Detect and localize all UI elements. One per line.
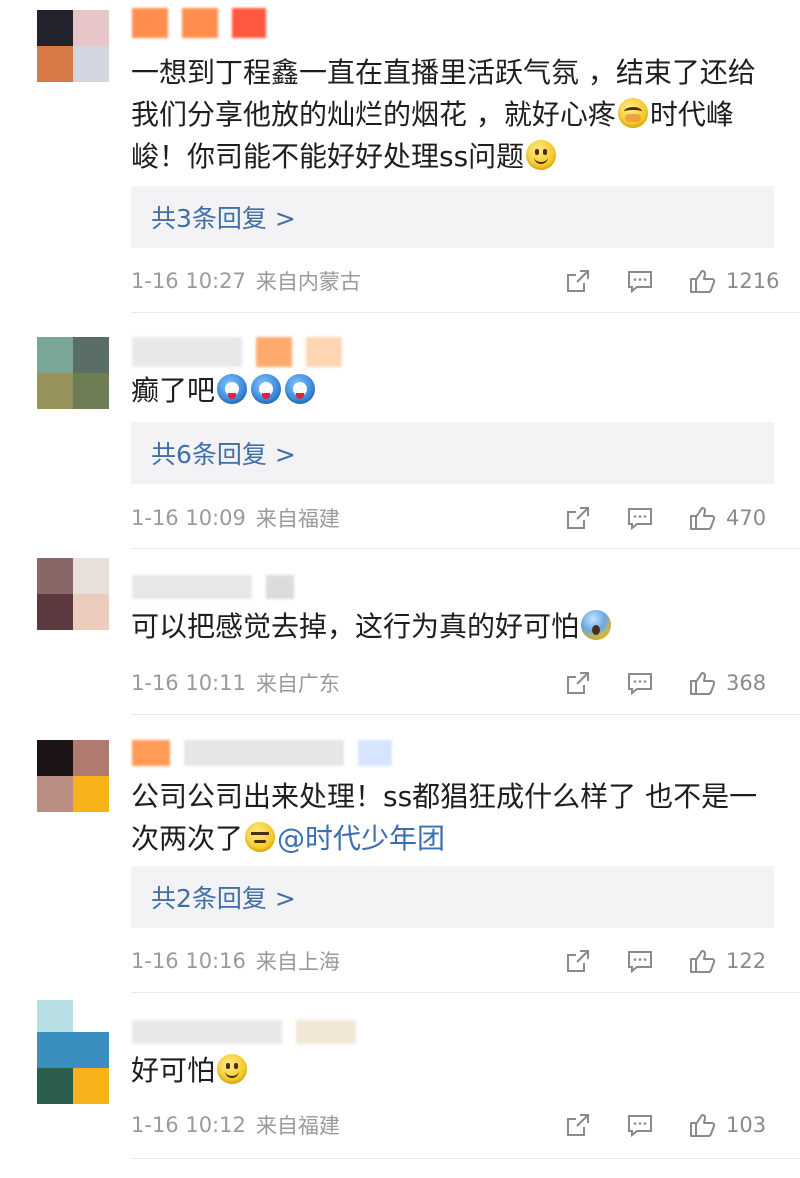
share-icon[interactable] <box>564 504 592 532</box>
share-icon[interactable] <box>564 1111 592 1139</box>
comment-time: 1-16 10:12 <box>131 1113 246 1137</box>
doraemon-emoji-icon <box>285 374 316 404</box>
comment-meta: 1-16 10:09 来自福建 470 <box>131 501 774 535</box>
comment-time: 1-16 10:11 <box>131 671 246 695</box>
username-obscured[interactable] <box>132 575 294 599</box>
comment-icon[interactable] <box>626 669 654 697</box>
doraemon-emoji-icon <box>251 374 282 404</box>
comment-location: 来自上海 <box>255 950 340 974</box>
username-obscured[interactable] <box>132 740 392 766</box>
username-obscured[interactable] <box>132 337 342 367</box>
comment-icon[interactable] <box>626 1111 654 1139</box>
doraemon-emoji-icon <box>217 374 248 404</box>
comment-actions: 470 <box>564 501 774 535</box>
comment-divider <box>131 312 800 313</box>
avatar[interactable] <box>37 558 109 630</box>
comment-location: 来自福建 <box>255 507 340 531</box>
comment-time: 1-16 10:27 <box>131 269 246 293</box>
thumbs-up-icon[interactable] <box>688 267 716 295</box>
username-obscured[interactable] <box>132 1020 356 1044</box>
share-icon[interactable] <box>564 669 592 697</box>
smile-emoji-icon <box>217 1054 248 1084</box>
thumbs-up-icon[interactable] <box>688 669 716 697</box>
comment-actions: 368 <box>564 666 774 700</box>
comment-text: 公司公司出来处理！ss都猖狂成什么样了 也不是一次两次了 @时代少年团 <box>131 776 770 860</box>
comment-text-part: 癫了吧 <box>131 374 216 407</box>
username-obscured[interactable] <box>132 8 266 38</box>
avatar[interactable] <box>37 10 109 82</box>
comment-divider <box>131 548 800 549</box>
comment-meta: 1-16 10:27 来自内蒙古 1216 <box>131 264 780 298</box>
comment-text: 可以把感觉去掉，这行为真的好可怕 <box>131 606 770 648</box>
comment-location: 来自广东 <box>255 672 340 696</box>
share-icon[interactable] <box>564 267 592 295</box>
thumbs-up-icon[interactable] <box>688 1111 716 1139</box>
comment-actions: 103 <box>564 1108 774 1142</box>
scream-emoji-icon <box>581 610 612 640</box>
comment-text: 癫了吧 <box>131 370 770 412</box>
avatar[interactable] <box>37 337 109 409</box>
like-count: 103 <box>726 1113 767 1137</box>
thumbs-up-icon[interactable] <box>688 947 716 975</box>
view-replies-button[interactable]: 共3条回复 > <box>131 186 774 248</box>
avatar[interactable] <box>37 740 109 812</box>
comment-text: 一想到丁程鑫一直在直播里活跃气氛 ，结束了还给我们分享他放的灿烂的烟花 ，就好心… <box>131 52 770 178</box>
view-replies-button[interactable]: 共2条回复 > <box>131 866 774 928</box>
comment-text: 好可怕 <box>131 1050 770 1092</box>
smile-emoji-icon <box>526 140 557 170</box>
comment-icon[interactable] <box>626 504 654 532</box>
thumbs-up-icon[interactable] <box>688 504 716 532</box>
comment-location: 来自福建 <box>255 1114 340 1138</box>
mention-link[interactable]: @时代少年团 <box>277 822 445 855</box>
share-icon[interactable] <box>564 947 592 975</box>
comment-meta: 1-16 10:16 来自上海 122 <box>131 944 774 978</box>
sly-emoji-icon <box>245 822 276 852</box>
like-count: 368 <box>726 671 767 695</box>
comment-location: 来自内蒙古 <box>255 270 361 294</box>
comment-meta: 1-16 10:11 来自广东 368 <box>131 666 774 700</box>
comment-meta: 1-16 10:12 来自福建 103 <box>131 1108 774 1142</box>
like-count: 122 <box>726 949 767 973</box>
comment-divider <box>131 1158 800 1159</box>
comment-text-part: 可以把感觉去掉，这行为真的好可怕 <box>131 610 580 643</box>
like-count: 470 <box>726 506 767 530</box>
comment-icon[interactable] <box>626 267 654 295</box>
comment-time: 1-16 10:16 <box>131 949 246 973</box>
comment-divider <box>131 992 800 993</box>
comment-text-part: 好可怕 <box>131 1054 216 1087</box>
comment-divider <box>131 714 800 715</box>
comment-actions: 1216 <box>564 264 780 298</box>
view-replies-button[interactable]: 共6条回复 > <box>131 422 774 484</box>
hug-emoji-icon <box>617 98 648 128</box>
comment-actions: 122 <box>564 944 774 978</box>
avatar[interactable] <box>37 1000 109 1104</box>
comment-icon[interactable] <box>626 947 654 975</box>
comment-time: 1-16 10:09 <box>131 506 246 530</box>
like-count: 1216 <box>726 269 780 293</box>
